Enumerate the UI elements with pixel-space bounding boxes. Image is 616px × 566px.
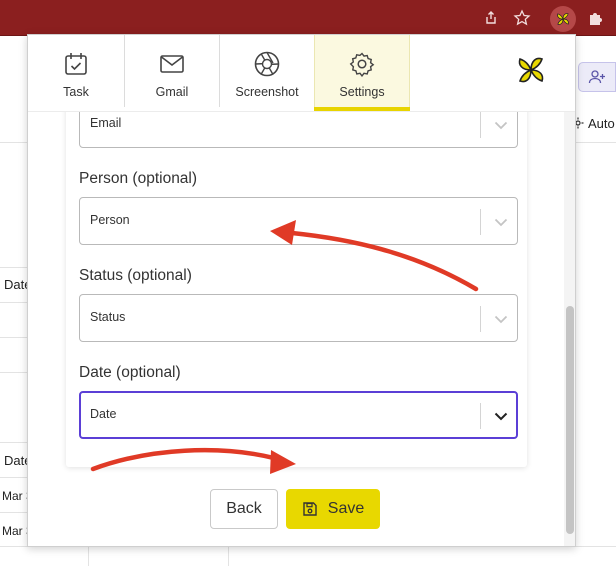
add-person-icon bbox=[588, 70, 605, 84]
status-select-value: Status bbox=[90, 310, 126, 324]
bookmark-star-icon[interactable] bbox=[510, 6, 534, 30]
bg-auto-label: Auto bbox=[588, 116, 615, 131]
tab-gmail-label: Gmail bbox=[155, 85, 189, 99]
chevron-down-icon[interactable] bbox=[491, 115, 511, 135]
tab-task-label: Task bbox=[63, 85, 89, 99]
status-select[interactable]: Status bbox=[79, 294, 518, 342]
back-button[interactable]: Back bbox=[210, 489, 278, 529]
popup-scrollbar[interactable] bbox=[564, 112, 575, 546]
tab-gmail[interactable]: Gmail bbox=[125, 35, 219, 107]
email-select-value: Email bbox=[90, 116, 122, 130]
settings-form-card: Email Person (optional) Person Status (o… bbox=[66, 95, 527, 467]
mail-icon bbox=[159, 49, 185, 79]
date-field-label: Date (optional) bbox=[79, 364, 181, 381]
tab-screenshot-label: Screenshot bbox=[235, 85, 299, 99]
popup-tab-bar: Task Gmail Screenshot Settings bbox=[28, 35, 575, 112]
save-button[interactable]: Save bbox=[286, 489, 380, 529]
browser-toolbar bbox=[0, 0, 616, 36]
date-select-value: Date bbox=[90, 407, 117, 421]
calendar-check-icon bbox=[63, 49, 89, 79]
date-select[interactable]: Date bbox=[79, 391, 518, 439]
tab-task[interactable]: Task bbox=[28, 35, 124, 107]
active-tab-indicator bbox=[314, 107, 410, 111]
share-icon[interactable] bbox=[479, 6, 503, 30]
scrollbar-thumb[interactable] bbox=[566, 306, 574, 534]
chevron-down-icon[interactable] bbox=[491, 212, 511, 232]
floppy-disk-icon bbox=[303, 502, 317, 516]
extension-popup: Task Gmail Screenshot Settings Email Per… bbox=[27, 34, 576, 547]
pinwheel-logo bbox=[514, 53, 548, 87]
tab-screenshot[interactable]: Screenshot bbox=[220, 35, 314, 107]
add-person-button[interactable] bbox=[578, 62, 616, 92]
tab-settings[interactable]: Settings bbox=[314, 35, 410, 107]
person-select[interactable]: Person bbox=[79, 197, 518, 245]
status-field-label: Status (optional) bbox=[79, 267, 192, 284]
extension-pinwheel-icon[interactable] bbox=[550, 6, 576, 32]
person-select-value: Person bbox=[90, 213, 130, 227]
chevron-down-icon[interactable] bbox=[491, 309, 511, 329]
gear-icon bbox=[349, 49, 375, 79]
save-button-label: Save bbox=[327, 500, 365, 517]
camera-shutter-icon bbox=[253, 49, 281, 79]
chevron-down-icon[interactable] bbox=[491, 406, 511, 426]
person-field-label: Person (optional) bbox=[79, 170, 198, 187]
tab-settings-label: Settings bbox=[339, 85, 385, 99]
extensions-puzzle-icon[interactable] bbox=[584, 6, 608, 30]
